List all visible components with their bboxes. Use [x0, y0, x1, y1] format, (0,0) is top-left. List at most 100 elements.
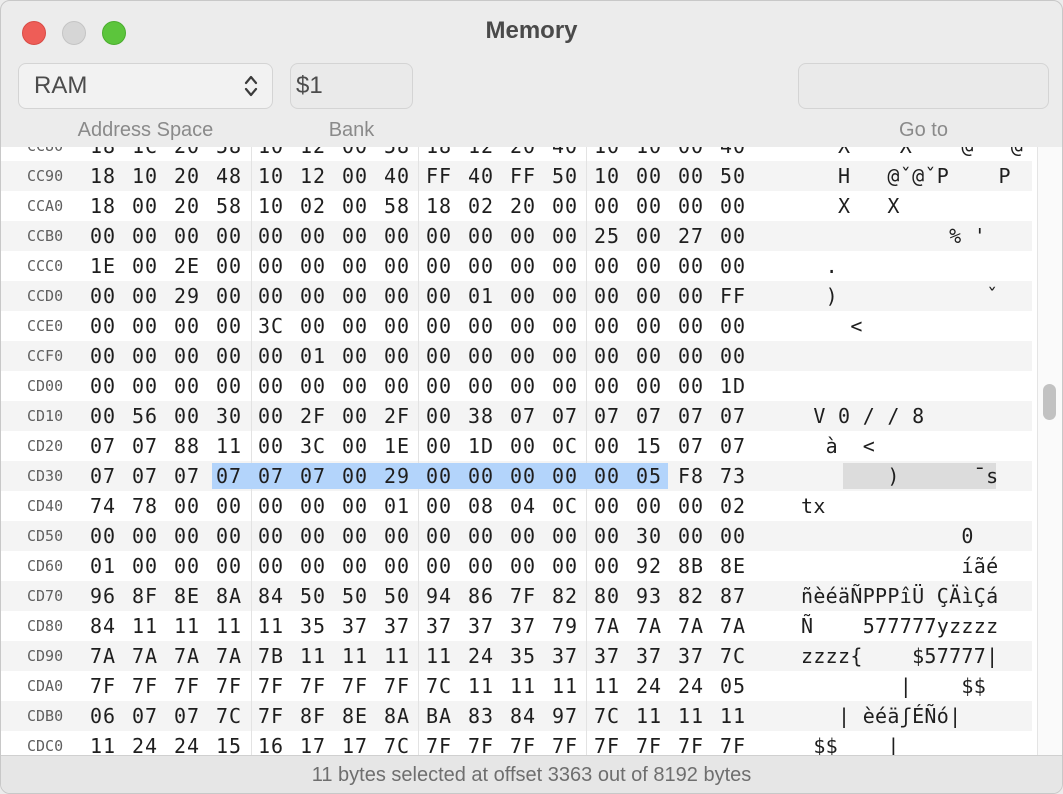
hex-byte[interactable]: 37 — [426, 611, 452, 641]
hex-byte[interactable]: 00 — [258, 251, 284, 281]
hex-byte[interactable]: 00 — [300, 281, 326, 311]
hex-byte[interactable]: 07 — [132, 431, 158, 461]
hex-byte[interactable]: 00 — [342, 147, 368, 161]
ascii-column[interactable]: X X — [801, 191, 900, 221]
hex-byte[interactable]: 73 — [720, 461, 746, 491]
hex-byte[interactable]: 37 — [636, 641, 662, 671]
hex-byte[interactable]: 00 — [594, 491, 620, 521]
hex-byte[interactable]: 12 — [300, 161, 326, 191]
hex-byte[interactable]: 00 — [552, 461, 578, 491]
hex-byte[interactable]: 30 — [636, 521, 662, 551]
hex-byte[interactable]: 07 — [174, 461, 200, 491]
hex-byte[interactable]: 00 — [384, 521, 410, 551]
hex-row[interactable]: CDB0 06 07 07 7C 7F 8F 8E 8A BA 83 84 97 7C 11 11 11 | è… — [1, 701, 1032, 731]
hex-byte[interactable]: 00 — [342, 551, 368, 581]
hex-byte[interactable]: 07 — [720, 431, 746, 461]
hex-byte[interactable]: 07 — [636, 401, 662, 431]
hex-byte[interactable]: 17 — [300, 731, 326, 755]
hex-byte[interactable]: 00 — [300, 371, 326, 401]
hex-byte[interactable]: 1E — [90, 251, 116, 281]
hex-byte[interactable]: 00 — [510, 281, 536, 311]
hex-byte[interactable]: 07 — [552, 401, 578, 431]
hex-byte[interactable]: 11 — [132, 611, 158, 641]
hex-byte[interactable]: 00 — [594, 551, 620, 581]
hex-byte[interactable]: 00 — [510, 431, 536, 461]
hex-byte[interactable]: 00 — [510, 341, 536, 371]
hex-byte[interactable]: 00 — [90, 521, 116, 551]
hex-byte[interactable]: 1D — [720, 371, 746, 401]
hex-byte[interactable]: 00 — [468, 521, 494, 551]
hex-byte[interactable]: 00 — [426, 371, 452, 401]
hex-byte[interactable]: FF — [426, 161, 452, 191]
hex-byte[interactable]: 00 — [636, 371, 662, 401]
hex-byte[interactable]: 00 — [342, 191, 368, 221]
hex-byte[interactable]: 2F — [384, 401, 410, 431]
hex-byte[interactable]: 7A — [594, 611, 620, 641]
hex-byte[interactable]: 83 — [468, 701, 494, 731]
hex-byte[interactable]: 00 — [342, 401, 368, 431]
hex-byte[interactable]: 00 — [132, 191, 158, 221]
hex-byte[interactable]: 00 — [636, 281, 662, 311]
hex-byte[interactable]: 00 — [216, 371, 242, 401]
ascii-column[interactable]: . — [801, 251, 838, 281]
hex-byte[interactable]: 40 — [720, 147, 746, 161]
hex-byte[interactable]: 00 — [468, 341, 494, 371]
hex-byte[interactable]: 00 — [468, 221, 494, 251]
hex-byte[interactable]: 37 — [552, 641, 578, 671]
hex-row[interactable]: CD70 96 8F 8E 8A 84 50 50 50 94 86 7F 82 80 93 82 87 ñèéä… — [1, 581, 1032, 611]
ascii-column[interactable]: | èéäʃÉÑó| — [801, 701, 961, 731]
hex-byte[interactable]: 92 — [636, 551, 662, 581]
hex-byte[interactable]: 56 — [132, 401, 158, 431]
hex-byte[interactable]: 50 — [720, 161, 746, 191]
hex-byte[interactable]: 00 — [342, 251, 368, 281]
hex-byte[interactable]: 00 — [720, 311, 746, 341]
hex-byte[interactable]: 00 — [426, 251, 452, 281]
hex-byte[interactable]: 00 — [636, 161, 662, 191]
ascii-column[interactable]: V 0 / / 8 — [801, 401, 924, 431]
hex-byte[interactable]: 50 — [300, 581, 326, 611]
hex-byte[interactable]: 00 — [594, 251, 620, 281]
hex-byte[interactable]: 00 — [132, 371, 158, 401]
hex-byte[interactable]: 18 — [90, 147, 116, 161]
hex-byte[interactable]: 00 — [342, 281, 368, 311]
hex-byte[interactable]: 79 — [552, 611, 578, 641]
ascii-column[interactable]: H @ˇ@ˇP P — [801, 161, 1011, 191]
hex-byte[interactable]: 17 — [342, 731, 368, 755]
hex-byte[interactable]: 25 — [594, 221, 620, 251]
hex-byte[interactable]: 40 — [384, 161, 410, 191]
hex-byte[interactable]: 58 — [384, 147, 410, 161]
hex-byte[interactable]: 00 — [342, 461, 368, 491]
hex-byte[interactable]: 04 — [510, 491, 536, 521]
hex-byte[interactable]: 8A — [384, 701, 410, 731]
hex-byte[interactable]: 00 — [174, 341, 200, 371]
hex-byte[interactable]: 00 — [258, 491, 284, 521]
hex-byte[interactable]: 11 — [468, 671, 494, 701]
hex-byte[interactable]: 00 — [594, 311, 620, 341]
hex-byte[interactable]: 24 — [468, 641, 494, 671]
hex-byte[interactable]: 00 — [510, 311, 536, 341]
ascii-column[interactable]: Ñ 577777yzzzz — [801, 611, 998, 641]
hex-byte[interactable]: 24 — [132, 731, 158, 755]
hex-byte[interactable]: 00 — [636, 251, 662, 281]
hex-byte[interactable]: 00 — [552, 221, 578, 251]
hex-byte[interactable]: 05 — [636, 461, 662, 491]
hex-byte[interactable]: 7B — [258, 641, 284, 671]
hex-byte[interactable]: 7A — [678, 611, 704, 641]
hex-byte[interactable]: 29 — [384, 461, 410, 491]
hex-byte[interactable]: 00 — [510, 551, 536, 581]
ascii-column[interactable]: 0 — [801, 521, 974, 551]
hex-byte[interactable]: 37 — [468, 611, 494, 641]
hex-byte[interactable]: 00 — [258, 401, 284, 431]
hex-byte[interactable]: 00 — [468, 371, 494, 401]
hex-byte[interactable]: 00 — [426, 281, 452, 311]
ascii-column[interactable]: à < — [801, 431, 875, 461]
hex-byte[interactable]: 86 — [468, 581, 494, 611]
hex-byte[interactable]: 00 — [90, 341, 116, 371]
hex-byte[interactable]: 96 — [90, 581, 116, 611]
hex-byte[interactable]: 8E — [342, 701, 368, 731]
hex-byte[interactable]: 00 — [426, 311, 452, 341]
hex-byte[interactable]: 07 — [90, 431, 116, 461]
hex-byte[interactable]: 02 — [720, 491, 746, 521]
hex-byte[interactable]: 00 — [384, 311, 410, 341]
hex-byte[interactable]: 80 — [594, 581, 620, 611]
